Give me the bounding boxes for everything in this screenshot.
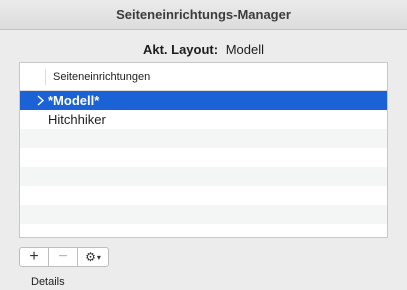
chevron-right-icon[interactable] [34, 94, 47, 107]
current-layout-row: Akt. Layout: Modell [0, 42, 407, 57]
current-layout-label: Akt. Layout: [142, 42, 219, 57]
page-setups-list[interactable]: Seiteneinrichtungen *Modell* Hitchhiker [19, 62, 388, 238]
empty-row [20, 167, 387, 186]
list-item-modell[interactable]: *Modell* [20, 91, 387, 110]
chevron-down-icon: ▾ [96, 252, 101, 262]
column-header-page-setups[interactable]: Seiteneinrichtungen [53, 71, 150, 83]
minus-icon: − [58, 248, 68, 265]
column-separator [45, 69, 46, 85]
empty-row [20, 148, 387, 167]
list-action-buttons: + − ⚙ ▾ [19, 247, 109, 267]
window-title: Seiteneinrichtungs-Manager [116, 7, 291, 22]
empty-row [20, 129, 387, 148]
gear-menu-button[interactable]: ⚙ ▾ [78, 248, 108, 266]
add-button[interactable]: + [20, 248, 49, 266]
plus-icon: + [29, 248, 39, 265]
empty-row [20, 224, 387, 237]
empty-row [20, 186, 387, 205]
title-bar: Seiteneinrichtungs-Manager [0, 0, 407, 30]
list-header: Seiteneinrichtungen [20, 63, 387, 91]
gear-icon: ⚙ [85, 250, 96, 264]
list-item-hitchhiker[interactable]: Hitchhiker [20, 110, 387, 129]
empty-row [20, 205, 387, 224]
current-layout-value: Modell [225, 42, 265, 57]
remove-button[interactable]: − [49, 248, 78, 266]
list-item-label: *Modell* [48, 93, 100, 108]
list-item-label: Hitchhiker [48, 112, 106, 127]
details-section-label: Details [31, 276, 65, 288]
